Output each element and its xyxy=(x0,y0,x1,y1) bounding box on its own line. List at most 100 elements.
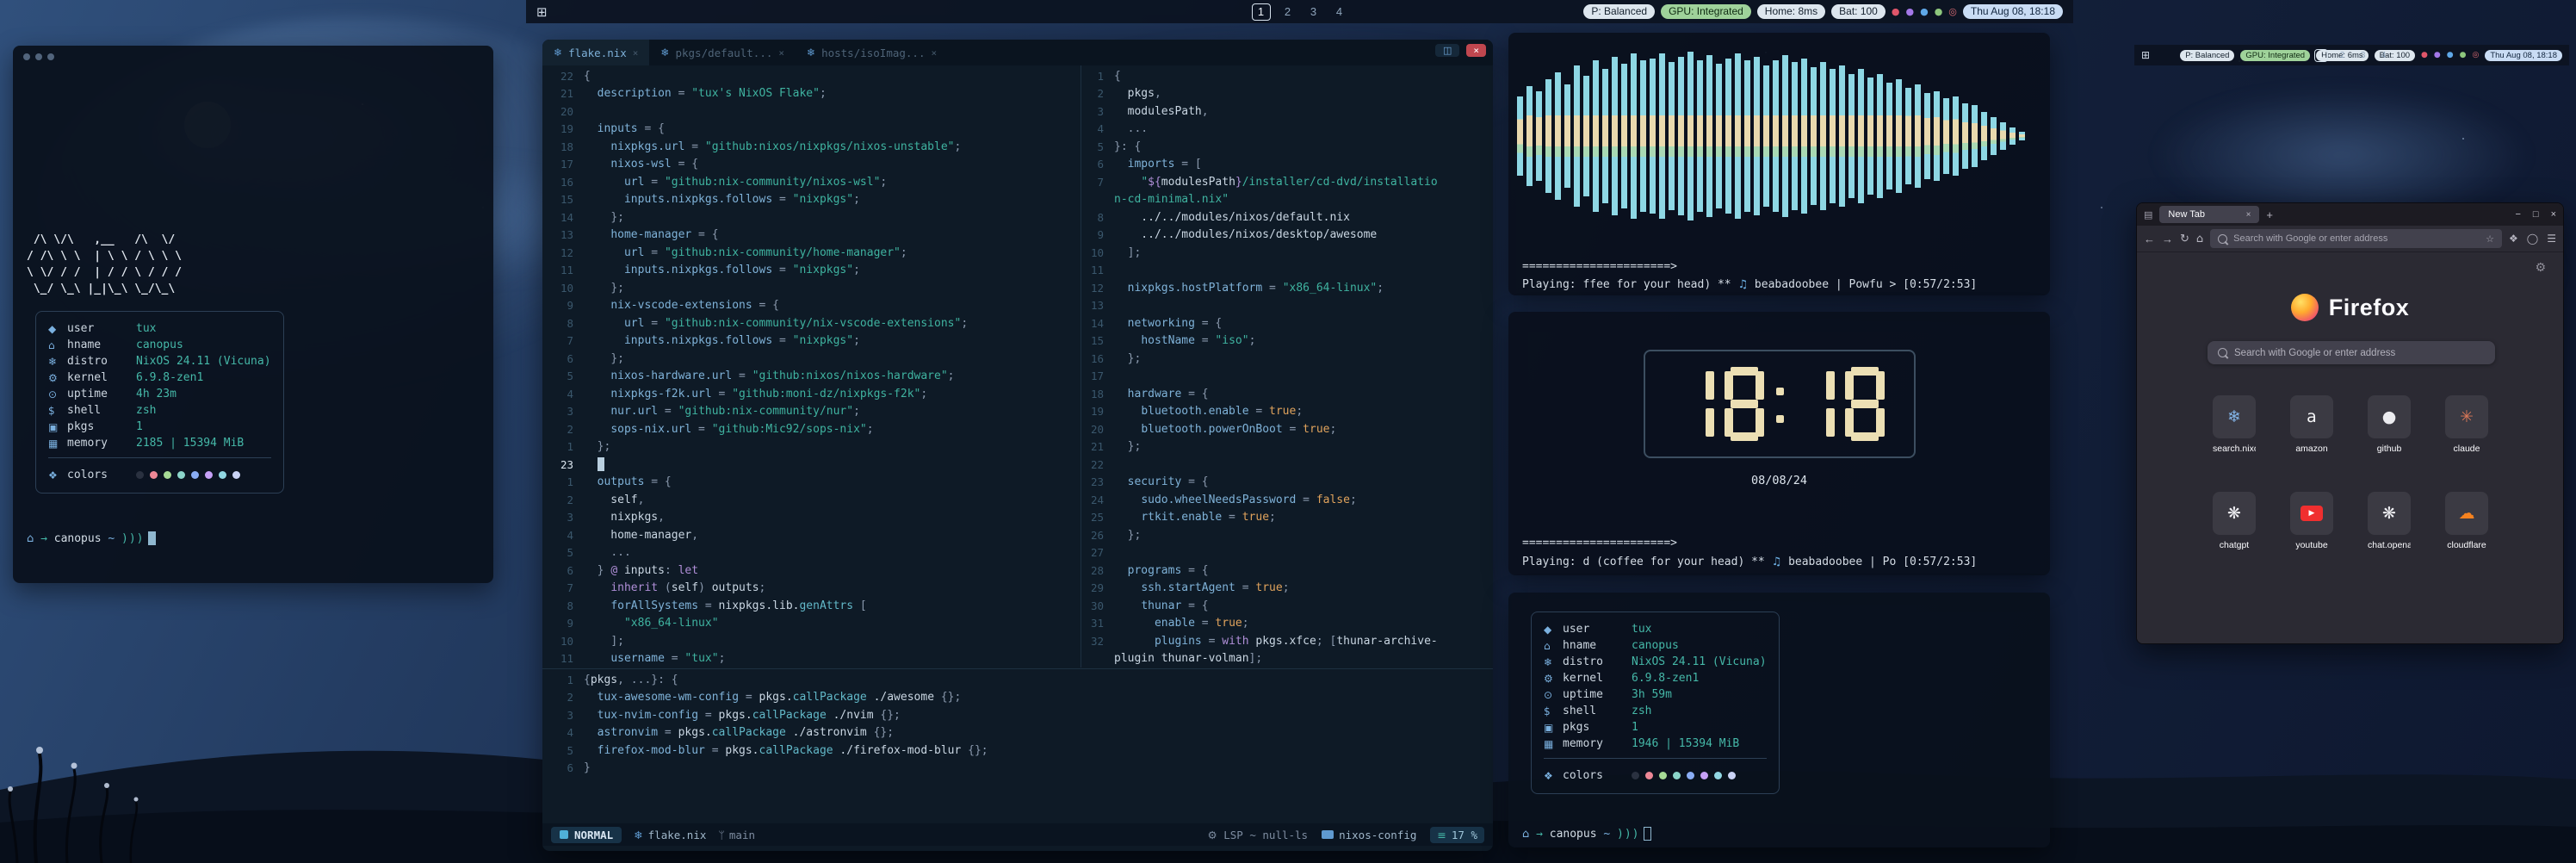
code-line: plugin thunar-volman]; xyxy=(1081,650,1493,668)
firefox-branding: Firefox xyxy=(2137,294,2563,321)
network-icon[interactable]: ● xyxy=(2447,51,2454,59)
track-progress: ======================> xyxy=(1522,537,1677,549)
now-playing: Playing: ffee for your head) ** ♫ beabad… xyxy=(1522,278,1977,291)
shortcut-search-nixos[interactable]: ❄search.nixos xyxy=(2213,395,2256,454)
shortcut-amazon[interactable]: aamazon xyxy=(2290,395,2333,454)
bar-modules: P: BalancedGPU: IntegratedHome: 8msBat: … xyxy=(1583,4,2063,19)
shortcut-chatgpt[interactable]: ❋chatgpt xyxy=(2213,492,2256,550)
close-icon[interactable]: × xyxy=(2551,209,2556,220)
fetch-label: shell xyxy=(1563,705,1632,717)
editor-pane-flake[interactable]: 22{21 description = "tux's NixOS Flake";… xyxy=(542,65,1081,667)
menu-icon[interactable]: ⊞ xyxy=(536,4,548,20)
url-bar[interactable]: Search with Google or enter address ☆ xyxy=(2210,229,2502,248)
code-line: 4 ... xyxy=(1081,121,1493,139)
top-bar-main: ⊞ 1234 P: BalancedGPU: IntegratedHome: 8… xyxy=(526,0,2073,23)
network-icon[interactable]: ● xyxy=(1920,6,1929,17)
terminal-fetch-left[interactable]: /\ \/\ ,__ /\ \/ / /\ \ \ | \ \ / \ \ \ … xyxy=(13,46,493,583)
maximize-icon[interactable]: □ xyxy=(2533,209,2539,220)
volume-icon[interactable]: ● xyxy=(2460,51,2467,59)
code-line: 19 inputs = { xyxy=(542,121,1081,139)
fetch-label: kernel xyxy=(1563,672,1632,685)
workspace-tag-4[interactable]: 4 xyxy=(2378,50,2390,61)
shortcut-chat-openai[interactable]: ❋chat.openai xyxy=(2368,492,2411,550)
power-icon[interactable]: ◎ xyxy=(2472,51,2479,59)
shell-prompt[interactable]: ⌂ → canopus ~ ))) xyxy=(27,531,156,545)
wave-bar xyxy=(1517,96,1523,176)
cloudflare-icon: ☁ xyxy=(2459,504,2475,523)
code-line: 2 sops-nix.url = "github:Mic92/sops-nix"… xyxy=(542,420,1081,438)
prompt-path: ~ xyxy=(1603,828,1610,841)
back-icon[interactable]: ← xyxy=(2144,233,2155,245)
wave-bar xyxy=(1905,88,1911,184)
tab-close-icon[interactable]: × xyxy=(2246,210,2251,220)
bookmark-star-icon[interactable]: ☆ xyxy=(2486,233,2494,245)
account-icon[interactable]: ◯ xyxy=(2527,233,2538,245)
fetch-label: distro xyxy=(1563,655,1632,668)
workspace-tag-1[interactable]: 1 xyxy=(1252,3,1271,21)
fetch-row-shell: $shellzsh xyxy=(1544,703,1767,719)
code-line: 30 thunar = { xyxy=(1081,597,1493,615)
firefox-window[interactable]: ▤ New Tab × + − □ × ← → ↻ ⌂ Search with … xyxy=(2136,202,2564,644)
tab-close-icon[interactable]: × xyxy=(931,47,937,59)
bluetooth-icon[interactable]: ● xyxy=(2434,51,2441,59)
neovim-window[interactable]: ❄flake.nix×❄pkgs/default...×❄hosts/isoIm… xyxy=(542,40,1493,851)
terminal-fetch-right[interactable]: ◆usertux⌂hnamecanopus❄distroNixOS 24.11 … xyxy=(1508,593,2050,847)
workspace-tag-1[interactable]: 1 xyxy=(2314,49,2328,62)
window-buttons[interactable] xyxy=(23,53,54,60)
close-icon[interactable]: × xyxy=(1466,44,1486,57)
firefox-tab-new-tab[interactable]: New Tab × xyxy=(2159,206,2259,223)
tab-close-icon[interactable]: × xyxy=(633,47,639,59)
now-playing-text: Playing: d (coffee for your head) ** xyxy=(1522,556,1772,568)
fetch-row-memory: ▦memory1946 | 15394 MiB xyxy=(1544,736,1767,752)
shortcut-github[interactable]: ●github xyxy=(2368,395,2411,454)
forward-icon[interactable]: → xyxy=(2162,233,2173,245)
extensions-icon[interactable]: ❖ xyxy=(2509,233,2518,245)
statusline-file: ❄flake.nix xyxy=(634,829,706,841)
code-line: 7 inherit (self) outputs; xyxy=(542,580,1081,598)
record-icon[interactable]: ● xyxy=(2421,51,2428,59)
workspace-tag-2[interactable]: 2 xyxy=(1279,4,1297,20)
shortcut-claude[interactable]: ✳claude xyxy=(2445,395,2488,454)
shortcut-cloudflare[interactable]: ☁cloudflare xyxy=(2445,492,2488,550)
home-icon: ⌂ xyxy=(27,532,34,545)
tab-close-icon[interactable]: × xyxy=(778,47,784,59)
bluetooth-icon[interactable]: ● xyxy=(1905,6,1914,17)
window-controls: − □ × xyxy=(2515,209,2556,220)
workspace-tag-3[interactable]: 3 xyxy=(2357,50,2369,61)
workspace-tag-3[interactable]: 3 xyxy=(1305,4,1322,20)
home-icon: ⌂ xyxy=(1522,828,1529,841)
volume-icon[interactable]: ● xyxy=(1935,6,1943,17)
shortcut-label: chatgpt xyxy=(2213,540,2256,550)
editor-tab-hosts-isoImag-[interactable]: ❄hosts/isoImag...× xyxy=(796,40,948,65)
firefox-view-icon[interactable]: ▤ xyxy=(2144,209,2152,220)
fetch-label: uptime xyxy=(67,388,136,400)
menu-icon[interactable]: ☰ xyxy=(2547,233,2556,245)
menu-icon[interactable]: ⊞ xyxy=(2141,49,2150,61)
code-line: 3 nur.url = "github:nix-community/nur"; xyxy=(542,403,1081,421)
new-tab-button[interactable]: + xyxy=(2266,208,2273,221)
workspace-tag-2[interactable]: 2 xyxy=(2337,50,2349,61)
reload-icon[interactable]: ↻ xyxy=(2180,232,2189,245)
wave-bar xyxy=(1593,60,1599,212)
editor-pane-pkgs[interactable]: 1{pkgs, ...}: {2 tux-awesome-wm-config =… xyxy=(542,668,1493,823)
panel-toggle-icon[interactable]: ◫ xyxy=(1435,44,1459,57)
url-placeholder: Search with Google or enter address xyxy=(2233,233,2480,244)
gear-icon[interactable]: ⚙ xyxy=(2535,261,2546,275)
editor-tab-flake-nix[interactable]: ❄flake.nix× xyxy=(542,40,649,65)
clock-window[interactable]: 08/08/24 ======================> Playing… xyxy=(1508,312,2050,575)
newtab-search-input[interactable]: Search with Google or enter address xyxy=(2208,341,2495,364)
nix-icon: ❄ xyxy=(554,47,562,59)
home-icon[interactable]: ⌂ xyxy=(2196,233,2203,245)
power-icon[interactable]: ◎ xyxy=(1948,6,1957,17)
editor-tab-pkgs-default-[interactable]: ❄pkgs/default...× xyxy=(649,40,796,65)
minimize-icon[interactable]: − xyxy=(2515,209,2520,220)
editor-pane-iso[interactable]: 1{2 pkgs,3 modulesPath,4 ...5}: {6 impor… xyxy=(1081,65,1493,667)
record-icon[interactable]: ● xyxy=(1892,6,1900,17)
shortcut-youtube[interactable]: ▶youtube xyxy=(2290,492,2333,550)
visualizer-window[interactable]: ======================> Playing: ffee fo… xyxy=(1508,33,2050,295)
workspace-tag-4[interactable]: 4 xyxy=(1331,4,1348,20)
terminal-cursor xyxy=(1644,827,1651,841)
statusline-right: ⚙ LSP ~ null-ls nixos-config ≡17 % xyxy=(1208,827,1485,843)
shell-prompt[interactable]: ⌂ → canopus ~ ))) xyxy=(1522,827,1651,841)
wave-bar xyxy=(1830,69,1836,203)
